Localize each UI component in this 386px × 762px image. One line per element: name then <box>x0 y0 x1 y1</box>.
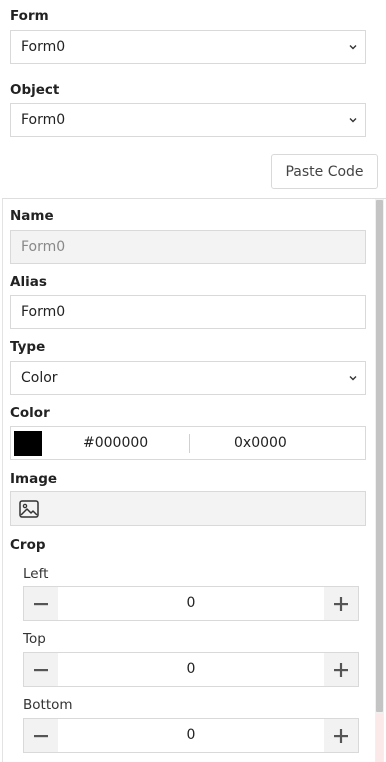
crop-left-label: Left <box>23 566 49 582</box>
properties-panel: Form Form0 Object Form0 Paste Code Name … <box>0 0 386 762</box>
color-field: #000000 0x0000 <box>10 426 366 460</box>
form-select[interactable]: Form0 <box>10 30 366 64</box>
plus-icon <box>334 596 348 611</box>
crop-top-label: Top <box>23 631 46 647</box>
image-picker-button[interactable] <box>11 492 46 525</box>
crop-top-decrement-button[interactable] <box>24 653 58 686</box>
crop-left-decrement-button[interactable] <box>24 587 58 620</box>
crop-bottom-decrement-button[interactable] <box>24 719 58 752</box>
type-label: Type <box>10 339 46 355</box>
section-divider <box>2 198 386 199</box>
minus-icon <box>34 602 48 605</box>
color-swatch[interactable] <box>14 431 42 456</box>
minus-icon <box>34 734 48 737</box>
image-icon <box>18 499 39 518</box>
color-separator <box>189 434 190 453</box>
scrollbar-thumb[interactable] <box>376 200 383 712</box>
crop-left-increment-button[interactable] <box>324 587 358 620</box>
image-label: Image <box>10 471 58 487</box>
chevron-down-icon <box>349 45 357 50</box>
crop-bottom-stepper: 0 <box>23 718 359 753</box>
alias-label: Alias <box>10 274 47 290</box>
crop-left-stepper: 0 <box>23 586 359 621</box>
form-select-value: Form0 <box>21 39 66 55</box>
type-select[interactable]: Color <box>10 361 366 395</box>
type-select-value: Color <box>21 370 58 386</box>
object-label: Object <box>10 82 60 98</box>
chevron-down-icon <box>349 376 357 381</box>
color-label: Color <box>10 405 50 421</box>
scrollbar-bottom <box>376 714 383 762</box>
crop-top-increment-button[interactable] <box>324 653 358 686</box>
plus-icon <box>334 662 348 677</box>
name-label: Name <box>10 208 54 224</box>
name-field: Form0 <box>10 230 366 264</box>
panel-border <box>2 199 3 762</box>
chevron-down-icon <box>349 118 357 123</box>
minus-icon <box>34 668 48 671</box>
crop-bottom-label: Bottom <box>23 697 73 713</box>
image-field <box>10 491 366 526</box>
crop-top-input[interactable]: 0 <box>58 653 324 686</box>
crop-top-stepper: 0 <box>23 652 359 687</box>
crop-bottom-increment-button[interactable] <box>324 719 358 752</box>
hex-color-input[interactable]: #000000 <box>83 427 148 459</box>
crop-label: Crop <box>10 537 46 553</box>
hex16-color-input[interactable]: 0x0000 <box>234 427 287 459</box>
form-label: Form <box>10 8 49 24</box>
object-select[interactable]: Form0 <box>10 103 366 137</box>
crop-bottom-input[interactable]: 0 <box>58 719 324 752</box>
paste-code-button[interactable]: Paste Code <box>271 154 378 189</box>
object-select-value: Form0 <box>21 112 66 128</box>
crop-left-input[interactable]: 0 <box>58 587 324 620</box>
plus-icon <box>334 728 348 743</box>
alias-field[interactable]: Form0 <box>10 295 366 329</box>
